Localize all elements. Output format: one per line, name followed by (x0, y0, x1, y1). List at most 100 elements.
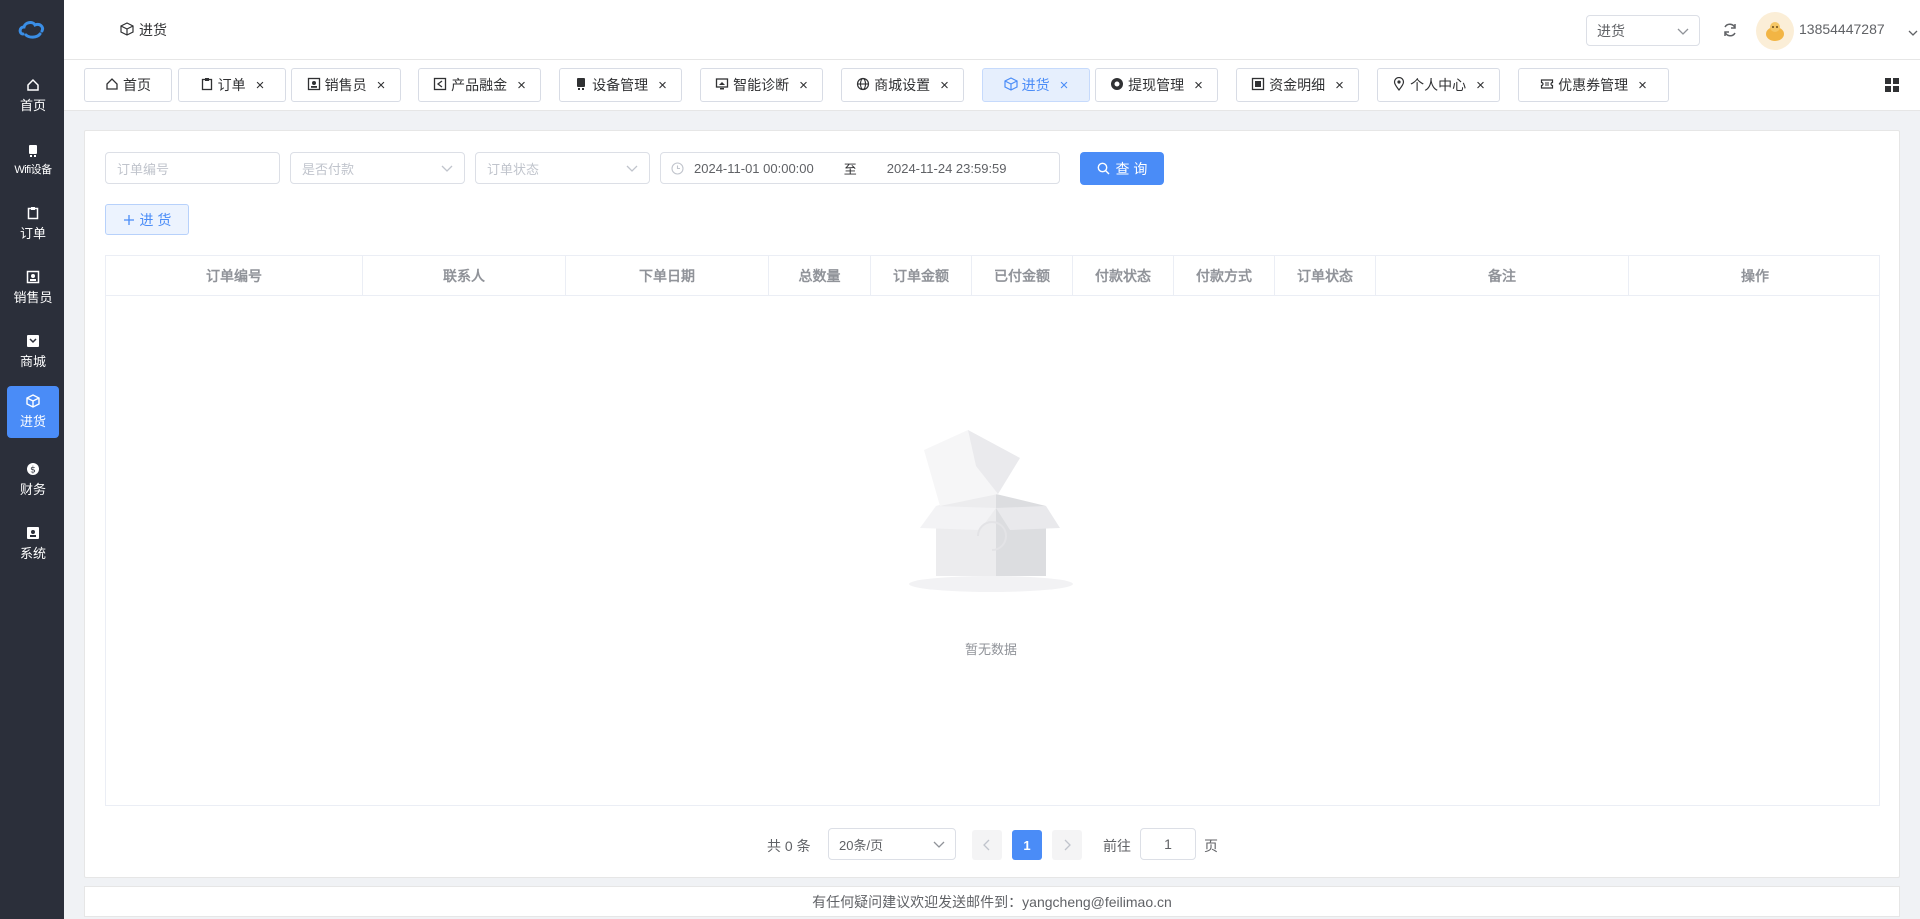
tab-personal-center[interactable]: 个人中心 × (1377, 68, 1500, 102)
close-icon[interactable]: × (377, 78, 386, 93)
date-range-picker[interactable]: 2024-11-01 00:00:00 至 2024-11-24 23:59:5… (660, 152, 1060, 184)
column-header[interactable]: 已付金额 (972, 256, 1073, 295)
tab-shop-settings[interactable]: 商城设置 × (841, 68, 964, 102)
grid-menu-icon[interactable] (1884, 77, 1900, 93)
close-icon[interactable]: × (1476, 78, 1485, 93)
cube-icon (26, 394, 40, 408)
page-number-current[interactable]: 1 (1012, 830, 1042, 860)
column-header[interactable]: 下单日期 (566, 256, 769, 295)
column-header[interactable]: 备注 (1376, 256, 1629, 295)
tab-label: 资金明细 (1269, 77, 1326, 93)
monitor-icon (715, 77, 729, 94)
goto-label: 前往 (1103, 838, 1131, 854)
close-icon[interactable]: × (940, 78, 949, 93)
sidebar-item-home[interactable]: 首页 (7, 70, 59, 122)
tab-sales[interactable]: 销售员 × (291, 68, 401, 102)
breadcrumb-label: 进货 (139, 22, 167, 38)
column-header[interactable]: 订单编号 (106, 256, 363, 295)
close-icon[interactable]: × (1194, 78, 1203, 93)
sidebar-item-purchase[interactable]: 进货 (7, 386, 59, 438)
tab-fund-details[interactable]: 资金明细 × (1236, 68, 1359, 102)
tab-device-management[interactable]: 设备管理 × (559, 68, 682, 102)
add-purchase-button[interactable]: 进 货 (105, 204, 189, 235)
cloud-logo-icon[interactable] (0, 0, 64, 60)
empty-text: 暂无数据 (964, 642, 1017, 657)
column-header[interactable]: 付款方式 (1174, 256, 1275, 295)
breadcrumb: 进货 (120, 20, 167, 40)
column-header[interactable]: 总数量 (769, 256, 871, 295)
person-card-icon (307, 77, 321, 94)
sidebar-item-label: Wifi设备 (14, 163, 52, 176)
location-pin-icon (1392, 76, 1406, 94)
tab-label: 订单 (217, 77, 246, 93)
column-header[interactable]: 订单状态 (1275, 256, 1376, 295)
clipboard-icon (200, 77, 214, 94)
chevron-down-icon[interactable] (1908, 24, 1918, 40)
ticket-icon (1540, 77, 1554, 94)
tab-label: 进货 (1021, 77, 1050, 93)
tab-home[interactable]: 首页 (84, 68, 172, 102)
svg-text:$: $ (30, 466, 36, 476)
date-start[interactable]: 2024-11-01 00:00:00 (694, 161, 814, 176)
close-icon[interactable]: × (517, 78, 526, 93)
paid-select[interactable]: 是否付款 (290, 152, 465, 184)
chevron-down-icon (441, 161, 453, 176)
next-page-button[interactable] (1052, 830, 1082, 860)
close-icon[interactable]: × (1335, 78, 1344, 93)
tab-product-finance[interactable]: 产品融金 × (418, 68, 541, 102)
top-header: 进货 进货 13854447287 (64, 0, 1920, 60)
sidebar-item-finance[interactable]: $ 财务 (7, 454, 59, 506)
device-icon (26, 144, 40, 158)
sidebar-item-label: 商城 (19, 354, 46, 369)
main-content: 订单编号 是否付款 订单状态 2024-11-01 00:00:00 至 202… (84, 130, 1900, 878)
tab-coupon-management[interactable]: 优惠券管理 × (1518, 68, 1669, 102)
close-icon[interactable]: × (1638, 78, 1647, 93)
sidebar-item-label: 首页 (19, 98, 46, 113)
total-count: 共 0 条 (767, 838, 811, 854)
avatar[interactable] (1756, 12, 1794, 50)
sidebar-item-system[interactable]: 系统 (7, 518, 59, 570)
close-icon[interactable]: × (256, 78, 265, 93)
sidebar-item-orders[interactable]: 订单 (7, 198, 59, 250)
close-icon[interactable]: × (1060, 78, 1069, 93)
home-icon (105, 77, 119, 94)
clock-icon (671, 161, 684, 175)
close-icon[interactable]: × (658, 78, 667, 93)
tab-smart-diagnosis[interactable]: 智能诊断 × (700, 68, 823, 102)
user-name[interactable]: 13854447287 (1799, 21, 1885, 37)
column-header[interactable]: 付款状态 (1073, 256, 1174, 295)
date-end[interactable]: 2024-11-24 23:59:59 (887, 161, 1007, 176)
sidebar-item-label: 系统 (19, 546, 46, 561)
module-select[interactable]: 进货 (1586, 15, 1700, 46)
sidebar-item-wifi-device[interactable]: Wifi设备 (7, 134, 59, 186)
sidebar-item-label: 订单 (19, 226, 46, 241)
column-header[interactable]: 操作 (1629, 256, 1881, 295)
tab-purchase[interactable]: 进货 × (982, 68, 1090, 102)
sidebar-item-label: 财务 (19, 482, 46, 497)
tab-orders[interactable]: 订单 × (178, 68, 286, 102)
home-icon (26, 78, 40, 92)
table-header: 订单编号 联系人 下单日期 总数量 订单金额 已付金额 付款状态 付款方式 订单… (106, 256, 1879, 296)
plus-icon (123, 214, 135, 226)
tab-label: 优惠券管理 (1558, 77, 1629, 93)
order-status-select[interactable]: 订单状态 (475, 152, 650, 184)
page-size-select[interactable]: 20条/页 (828, 828, 956, 860)
person-card-icon (26, 270, 40, 284)
goto-page-input[interactable]: 1 (1140, 828, 1196, 860)
sidebar-item-label: 进货 (19, 414, 46, 429)
column-header[interactable]: 订单金额 (871, 256, 972, 295)
footer: 有任何疑问建议欢迎发送邮件到：yangcheng@feilimao.cn (84, 886, 1900, 917)
sidebar-item-shop[interactable]: 商城 (7, 326, 59, 378)
sidebar-item-sales[interactable]: 销售员 (7, 262, 59, 314)
tab-withdraw-management[interactable]: 提现管理 × (1095, 68, 1218, 102)
date-separator: 至 (843, 161, 857, 177)
module-select-value: 进货 (1597, 22, 1625, 39)
tab-label: 销售员 (324, 77, 367, 93)
close-icon[interactable]: × (799, 78, 808, 93)
refresh-icon[interactable] (1722, 22, 1738, 38)
query-button-label: 查 询 (1115, 160, 1148, 177)
column-header[interactable]: 联系人 (363, 256, 566, 295)
query-button[interactable]: 查 询 (1080, 152, 1164, 185)
order-no-input[interactable]: 订单编号 (105, 152, 280, 184)
prev-page-button[interactable] (972, 830, 1002, 860)
